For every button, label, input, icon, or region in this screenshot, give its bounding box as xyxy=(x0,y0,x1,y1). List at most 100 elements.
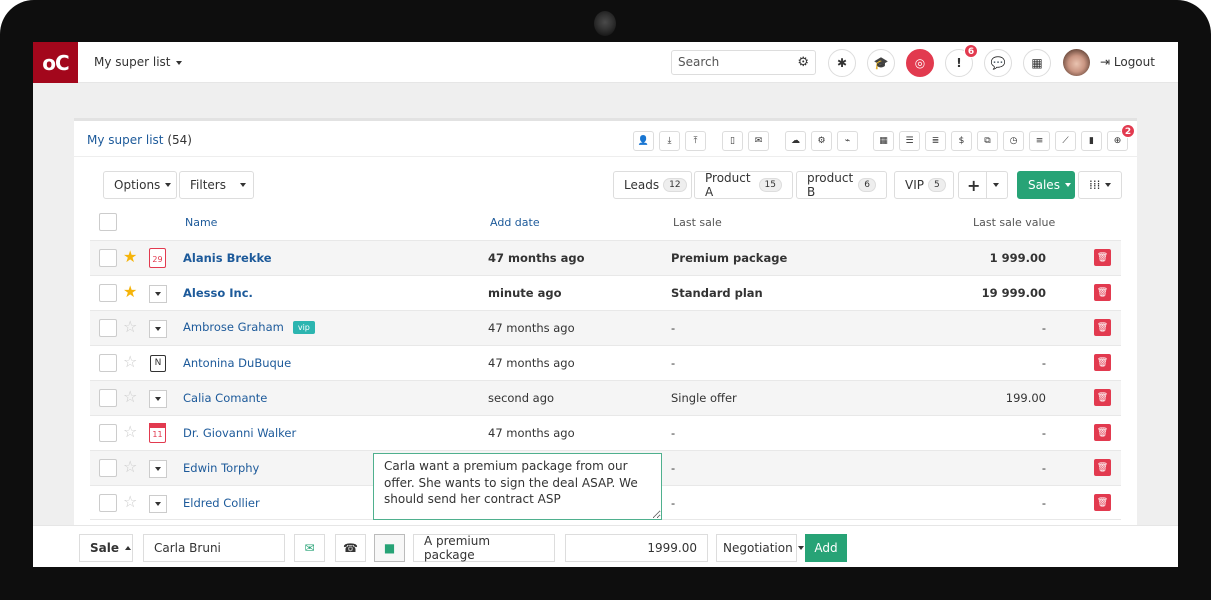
search-settings-gear-icon[interactable]: ⚙ xyxy=(797,55,809,70)
download-button[interactable]: ⤓ xyxy=(659,131,680,151)
history-button[interactable]: ◷ xyxy=(1003,131,1024,151)
row-actions-dropdown[interactable] xyxy=(149,390,167,408)
user-avatar[interactable] xyxy=(1063,49,1090,76)
star-empty-icon[interactable]: ☆ xyxy=(123,387,137,406)
star-empty-icon[interactable]: ☆ xyxy=(123,317,137,336)
search-input[interactable]: Search ⚙ xyxy=(671,50,816,75)
row-actions-dropdown[interactable] xyxy=(149,320,167,338)
segment-vip[interactable]: VIP 5 xyxy=(894,171,954,199)
email-toggle-button[interactable]: ✉ xyxy=(294,534,325,562)
list-title[interactable]: My super list xyxy=(87,133,164,147)
note-toggle-button[interactable]: ■ xyxy=(374,534,405,562)
calendar-event-icon[interactable]: 11 xyxy=(149,423,166,443)
star-empty-icon[interactable]: ☆ xyxy=(123,457,137,476)
star-empty-icon[interactable]: ☆ xyxy=(123,422,137,441)
calendar-event-icon[interactable]: 29 xyxy=(149,248,166,268)
row-actions-dropdown[interactable] xyxy=(149,495,167,513)
table-row[interactable]: ☆ N Antonina DuBuque 47 months ago - - 🗑 xyxy=(90,345,1121,380)
add-contact-button[interactable]: 👤 xyxy=(633,131,654,151)
delete-button[interactable]: 🗑 xyxy=(1094,319,1111,336)
table-row[interactable]: ☆ 11 Dr. Giovanni Walker 47 months ago -… xyxy=(90,415,1121,450)
segment-more-dropdown[interactable] xyxy=(986,171,1008,199)
sale-note-textarea[interactable]: Carla want a premium package from our of… xyxy=(373,453,662,520)
row-checkbox[interactable] xyxy=(99,249,117,267)
academy-button[interactable]: 🎓 xyxy=(867,49,895,77)
column-header-name[interactable]: Name xyxy=(185,216,217,229)
apps-button[interactable]: ▦ xyxy=(1023,49,1051,77)
filters-dropdown[interactable]: Filters xyxy=(179,171,254,199)
help-button[interactable]: ◎ xyxy=(906,49,934,77)
row-actions-dropdown[interactable] xyxy=(149,460,167,478)
logout-link[interactable]: ⇥ Logout xyxy=(1100,55,1155,69)
row-actions-dropdown[interactable] xyxy=(149,285,167,303)
ordered-list-button[interactable]: ☰ xyxy=(899,131,920,151)
table-row[interactable]: ★ 29 Alanis Brekke 47 months ago Premium… xyxy=(90,240,1121,275)
segment-product-a[interactable]: Product A 15 xyxy=(694,171,793,199)
email-button[interactable]: ✉ xyxy=(748,131,769,151)
table-row[interactable]: ☆ Calia Comante second ago Single offer … xyxy=(90,380,1121,415)
sms-button[interactable]: ▯ xyxy=(722,131,743,151)
documents-button[interactable]: ▮ xyxy=(1081,131,1102,151)
contact-name-link[interactable]: Calia Comante xyxy=(183,391,267,405)
calendar-button[interactable]: ▦ xyxy=(873,131,894,151)
row-checkbox[interactable] xyxy=(99,284,117,302)
record-type-dropdown[interactable]: Sale xyxy=(79,534,133,562)
star-empty-icon[interactable]: ☆ xyxy=(123,352,137,371)
star-filled-icon[interactable]: ★ xyxy=(123,282,137,301)
list-view-button[interactable]: ≣ xyxy=(925,131,946,151)
table-row[interactable]: ☆ Ambrose Graham vip 47 months ago - - 🗑 xyxy=(90,310,1121,345)
select-all-checkbox[interactable] xyxy=(99,213,117,231)
contact-name-link[interactable]: Alanis Brekke xyxy=(183,251,272,265)
delete-button[interactable]: 🗑 xyxy=(1094,494,1111,511)
contact-input[interactable]: Carla Bruni xyxy=(143,534,285,562)
contact-name-link[interactable]: Ambrose Graham vip xyxy=(183,320,315,334)
delete-button[interactable]: 🗑 xyxy=(1094,459,1111,476)
options-dropdown[interactable]: Options xyxy=(103,171,177,199)
settings-button[interactable]: ⚙ xyxy=(811,131,832,151)
delete-button[interactable]: 🗑 xyxy=(1094,249,1111,266)
row-checkbox[interactable] xyxy=(99,319,117,337)
reports-button[interactable]: ⟋ xyxy=(1055,131,1076,151)
delete-button[interactable]: 🗑 xyxy=(1094,389,1111,406)
support-button[interactable]: ⊕ 2 xyxy=(1107,124,1135,151)
delete-button[interactable]: 🗑 xyxy=(1094,284,1111,301)
contact-name-link[interactable]: Dr. Giovanni Walker xyxy=(183,426,296,440)
app-logo[interactable]: oC xyxy=(33,42,78,83)
tasks-button[interactable]: ≡ xyxy=(1029,131,1050,151)
segment-product-b[interactable]: product B 6 xyxy=(796,171,887,199)
star-empty-icon[interactable]: ☆ xyxy=(123,492,137,511)
sales-dropdown[interactable]: Sales xyxy=(1017,171,1075,199)
row-checkbox[interactable] xyxy=(99,354,117,372)
delete-button[interactable]: 🗑 xyxy=(1094,424,1111,441)
add-sale-button[interactable]: Add xyxy=(805,534,847,562)
row-checkbox[interactable] xyxy=(99,459,117,477)
sales-button[interactable]: $ xyxy=(951,131,972,151)
row-checkbox[interactable] xyxy=(99,494,117,512)
cloud-button[interactable]: ☁ xyxy=(785,131,806,151)
table-row[interactable]: ★ Alesso Inc. minute ago Standard plan 1… xyxy=(90,275,1121,310)
row-checkbox[interactable] xyxy=(99,389,117,407)
notifications-button[interactable]: ! 6 xyxy=(945,44,978,77)
copy-button[interactable]: ⧉ xyxy=(977,131,998,151)
contact-name-link[interactable]: Eldred Collier xyxy=(183,496,260,510)
row-checkbox[interactable] xyxy=(99,424,117,442)
contact-name-link[interactable]: Antonina DuBuque xyxy=(183,356,291,370)
product-input[interactable]: A premium package xyxy=(413,534,555,562)
columns-dropdown[interactable]: ⁞⁞⁞ xyxy=(1078,171,1122,199)
delete-button[interactable]: 🗑 xyxy=(1094,354,1111,371)
phone-toggle-button[interactable]: ☎ xyxy=(335,534,366,562)
bug-report-button[interactable]: ✱ xyxy=(828,49,856,77)
integrations-button[interactable]: ⌁ xyxy=(837,131,858,151)
column-header-add-date[interactable]: Add date xyxy=(490,216,540,229)
note-icon[interactable]: N xyxy=(150,355,166,372)
chat-button[interactable]: 💬 xyxy=(984,49,1012,77)
segment-leads[interactable]: Leads 12 xyxy=(613,171,692,199)
star-filled-icon[interactable]: ★ xyxy=(123,247,137,266)
upload-button[interactable]: ⤒ xyxy=(685,131,706,151)
amount-input[interactable]: 1999.00 xyxy=(565,534,708,562)
list-selector-dropdown[interactable]: My super list xyxy=(94,55,182,69)
add-segment-button[interactable]: + xyxy=(958,171,987,199)
status-select[interactable]: Negotiation xyxy=(716,534,804,562)
contact-name-link[interactable]: Alesso Inc. xyxy=(183,286,253,300)
contact-name-link[interactable]: Edwin Torphy xyxy=(183,461,259,475)
